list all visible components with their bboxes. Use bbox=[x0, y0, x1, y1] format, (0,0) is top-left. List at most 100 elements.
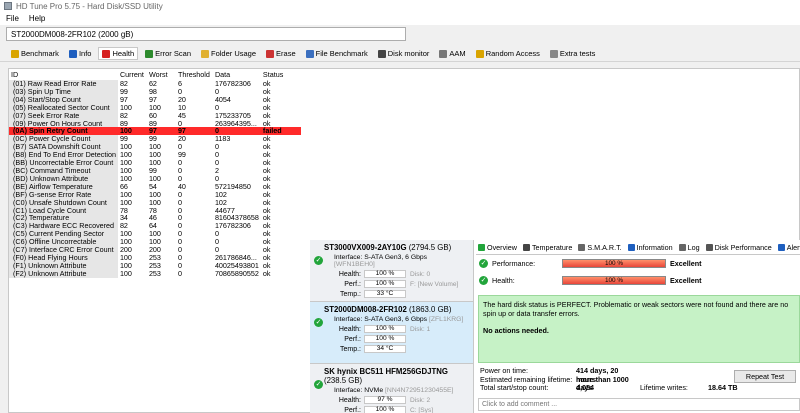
toolbar-label: Disk monitor bbox=[387, 49, 430, 58]
drive-model: ST3000VX009-2AY10G bbox=[324, 243, 407, 252]
toolbar-label: Error Scan bbox=[155, 49, 191, 58]
menu-help[interactable]: Help bbox=[29, 14, 45, 23]
tab-label: Log bbox=[687, 242, 700, 252]
repeat-test-button[interactable]: Repeat Test bbox=[734, 370, 796, 383]
drive-health-label: Health: bbox=[338, 325, 361, 333]
random-access-icon bbox=[475, 49, 484, 58]
attribute-id: (F2) Unknown Attribute bbox=[9, 269, 118, 278]
detail-tabs: Overview Temperature S.M.A.R.T. Information… bbox=[476, 240, 800, 255]
drive-perf-label: Perf.: bbox=[344, 406, 361, 413]
toolbar-label: Random Access bbox=[485, 49, 540, 58]
drive-size: (1863.0 GB) bbox=[408, 305, 452, 314]
drive-interface: Interface: S-ATA Gen3, 6 Gbps [WFN1BEH0] bbox=[324, 254, 469, 268]
drive-card[interactable]: ST3000VX009-2AY10G (2794.5 GB) ✓ Interface… bbox=[310, 240, 473, 302]
extra-tests-icon bbox=[549, 49, 558, 58]
app-icon bbox=[4, 2, 12, 10]
file-benchmark-icon bbox=[305, 49, 314, 58]
menu-file[interactable]: File bbox=[6, 14, 19, 23]
extra-tests-button[interactable]: Extra tests bbox=[547, 48, 598, 59]
drive-temp-value: 33 °C bbox=[364, 290, 406, 298]
drive-temp-label: Temp.: bbox=[339, 345, 361, 353]
benchmark-button[interactable]: Benchmark bbox=[8, 48, 62, 59]
performance-value: 100 % bbox=[604, 260, 624, 267]
aam-icon bbox=[439, 49, 448, 58]
drive-health-value: 100 % bbox=[364, 325, 406, 333]
tab-alerts[interactable]: Alerts bbox=[777, 243, 800, 252]
health-button[interactable]: Health bbox=[98, 47, 139, 60]
erase-icon bbox=[266, 49, 275, 58]
disk-monitor-button[interactable]: Disk monitor bbox=[375, 48, 433, 59]
tab-information[interactable]: Information bbox=[627, 243, 673, 252]
toolbar-label: Extra tests bbox=[559, 49, 596, 58]
disk-monitor-icon bbox=[377, 49, 386, 58]
performance-row: ✓ Performance: 100 % Excellent bbox=[476, 255, 800, 272]
smart-icon bbox=[578, 243, 586, 251]
startstop-value: 4,054 bbox=[576, 383, 594, 392]
drive-health-value: 97 % bbox=[364, 396, 406, 404]
tab-temperature[interactable]: Temperature bbox=[522, 243, 572, 252]
drive-health-row: Health: 100 % Disk: 1 bbox=[324, 325, 469, 333]
status-message-box: The hard disk status is PERFECT. Problem… bbox=[478, 295, 800, 363]
toolbar-label: Benchmark bbox=[21, 49, 59, 58]
aam-button[interactable]: AAM bbox=[436, 48, 468, 59]
data-value: 4054 bbox=[214, 94, 231, 104]
health-label: Health: bbox=[492, 276, 515, 285]
information-icon bbox=[627, 243, 635, 251]
interface-value: S-ATA Gen3, 6 Gbps bbox=[364, 316, 428, 323]
tab-log[interactable]: Log bbox=[678, 242, 700, 252]
interface-label: Interface: bbox=[334, 387, 363, 394]
drive-dropdown[interactable]: ST2000DM008-2FR102 (2000 gB) bbox=[6, 27, 406, 41]
check-icon: ✓ bbox=[314, 256, 323, 265]
drive-card[interactable]: ST2000DM008-2FR102 (1863.0 GB) ✓ Interface… bbox=[310, 302, 473, 364]
data-value: 2 bbox=[214, 165, 219, 175]
drive-volume: F: [New Volume] bbox=[410, 280, 459, 288]
erase-button[interactable]: Erase bbox=[263, 48, 299, 59]
tab-overview[interactable]: Overview bbox=[478, 243, 517, 252]
drive-serial: [ZFL1KRG] bbox=[428, 316, 464, 323]
menu-bar: File Help bbox=[0, 12, 800, 25]
drive-perf-row: Perf.: 100 % C: [Sys] bbox=[324, 406, 469, 413]
data-value: 0 bbox=[214, 237, 219, 247]
interface-value: NVMe bbox=[364, 387, 384, 394]
health-icon bbox=[102, 49, 111, 58]
drive-overview-window: ST3000VX009-2AY10G (2794.5 GB) ✓ Interface… bbox=[310, 240, 800, 413]
drive-perf-value: 100 % bbox=[364, 335, 406, 343]
info-button[interactable]: Info bbox=[66, 48, 95, 59]
data-value: 0 bbox=[214, 150, 219, 160]
random-access-button[interactable]: Random Access bbox=[473, 48, 543, 59]
drive-model: SK hynix BC511 HFM256GDJTNG bbox=[324, 367, 448, 376]
drive-serial: [NN4N72951230455E] bbox=[385, 387, 454, 394]
temperature-icon bbox=[522, 243, 530, 251]
drive-health-value: 100 % bbox=[364, 270, 406, 278]
health-rating: Excellent bbox=[670, 276, 702, 285]
overview-panel: Overview Temperature S.M.A.R.T. Information… bbox=[476, 240, 800, 413]
drive-name: SK hynix BC511 HFM256GDJTNG (238.5 GB) bbox=[324, 367, 469, 385]
drive-list: ST3000VX009-2AY10G (2794.5 GB) ✓ Interface… bbox=[310, 240, 474, 413]
tab-smart[interactable]: S.M.A.R.T. bbox=[578, 243, 622, 252]
status-message: The hard disk status is PERFECT. Problem… bbox=[483, 300, 789, 318]
folder-button[interactable]: Folder Usage bbox=[198, 48, 259, 59]
drive-disk-label: Disk: 0 bbox=[410, 270, 431, 278]
drive-temp-row: Temp.: 34 °C bbox=[324, 345, 469, 353]
data-value: 0 bbox=[214, 158, 219, 168]
drive-interface: Interface: NVMe [NN4N72951230455E] bbox=[324, 387, 469, 394]
log-icon bbox=[678, 243, 686, 251]
error-scan-button[interactable]: Error Scan bbox=[142, 48, 194, 59]
data-value: 70865890552 bbox=[214, 268, 259, 278]
tab-label: Disk Performance bbox=[714, 242, 772, 252]
comment-input[interactable]: Click to add comment ... bbox=[478, 398, 800, 411]
file-benchmark-button[interactable]: File Benchmark bbox=[303, 48, 371, 59]
drive-health-row: Health: 97 % Disk: 2 bbox=[324, 396, 469, 404]
data-value: 1183 bbox=[214, 134, 231, 144]
status-actions: No actions needed. bbox=[483, 326, 549, 335]
health-table-body: (01) Raw Read Error Rate 82 62 6 176782306 ok… bbox=[9, 80, 301, 278]
drive-serial: [WFN1BEH0] bbox=[334, 261, 375, 268]
drive-card[interactable]: SK hynix BC511 HFM256GDJTNG (238.5 GB) ✓ I… bbox=[310, 364, 473, 413]
writes-value: 18.64 TB bbox=[708, 383, 738, 392]
drive-temp-row: Temp.: 33 °C bbox=[324, 290, 469, 298]
table-row[interactable]: (F2) Unknown Attribute 100 253 0 70865890552… bbox=[9, 268, 301, 278]
tab-disk-performance[interactable]: Disk Performance bbox=[705, 242, 772, 252]
startstop-label: Total start/stop count: bbox=[480, 383, 549, 392]
data-value: 176782306 bbox=[214, 79, 251, 88]
drive-perf-value: 100 % bbox=[364, 406, 406, 413]
